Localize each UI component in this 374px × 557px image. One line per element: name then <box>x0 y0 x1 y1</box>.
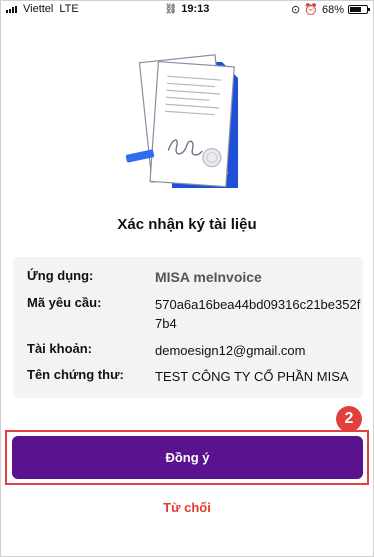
agree-button[interactable]: Đồng ý <box>12 436 363 479</box>
rotation-lock-icon: ⊙ <box>291 4 301 16</box>
link-icon: ⛓ <box>164 4 178 15</box>
info-value-certificate: TEST CÔNG TY CỔ PHẦN MISA <box>155 369 349 384</box>
status-time: 19:13 <box>181 3 210 15</box>
decline-button[interactable]: Từ chối <box>0 500 374 515</box>
battery-icon <box>348 5 370 14</box>
step-number-badge: 2 <box>336 406 362 432</box>
document-illustration-icon <box>125 54 238 188</box>
info-value-request-id: 570a6a16bea44bd09316c21be352f7b4 <box>155 297 361 331</box>
dialog-title: Xác nhận ký tài liệu <box>117 216 257 233</box>
info-value-account: demoesign12@gmail.com <box>155 343 306 358</box>
battery-percent: 68% <box>321 3 344 16</box>
alarm-icon: ⏰ <box>304 4 318 16</box>
document-signing-illustration <box>118 48 258 198</box>
info-label: Mã yêu cầu: <box>27 295 102 310</box>
signing-info-card: Ứng dụng: MISA meInvoice Mã yêu cầu: 570… <box>13 257 363 398</box>
info-label: Tài khoản: <box>27 341 93 356</box>
status-bar: Viettel LTE ⛓ 19:13 ⊙ ⏰ 68% <box>0 0 374 20</box>
info-value-app: MISA meInvoice <box>155 269 262 285</box>
info-label: Tên chứng thư: <box>27 367 124 382</box>
info-label: Ứng dụng: <box>27 268 94 283</box>
